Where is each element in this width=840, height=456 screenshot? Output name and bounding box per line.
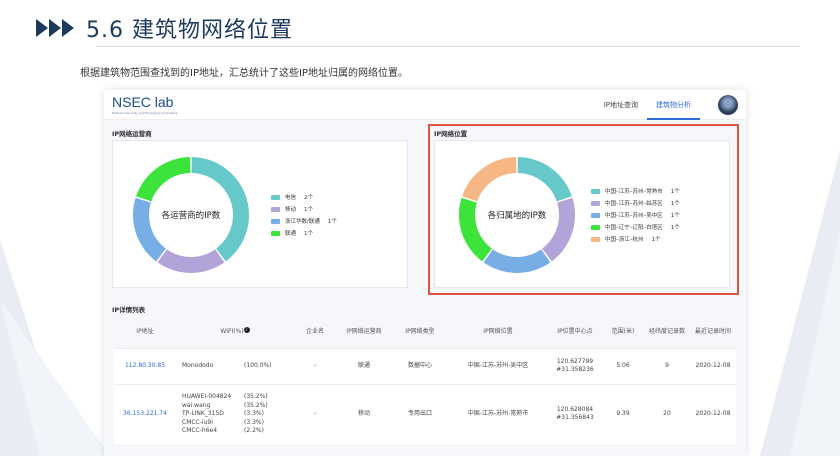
center-lng: 120.628084 xyxy=(556,405,594,413)
title-divider xyxy=(96,46,800,47)
wifi-cell: Monododo (100.0%) xyxy=(176,347,294,384)
records-cell: 20 xyxy=(644,383,690,444)
wifi-names: Monododo xyxy=(182,362,244,371)
header-date: 最近记录时间 xyxy=(690,316,736,348)
wifi-percentages: (35.2%) (35.2%) (3.3%) (3.3%) (2.2%) xyxy=(244,393,268,436)
highlight-box xyxy=(428,124,739,295)
header-wifi-label: WIFI(%) xyxy=(220,327,244,335)
legend-count: 1个 xyxy=(304,207,314,213)
isp-legend-item[interactable]: 浙江华数/联通 1个 xyxy=(271,215,337,227)
ip-link[interactable]: 112.80.30.85 xyxy=(114,347,176,384)
table-label: IP详情列表 xyxy=(112,306,146,314)
wifi-percentages: (100.0%) xyxy=(244,362,272,371)
header-company: 企业名 xyxy=(294,316,336,348)
isp-legend-item[interactable]: 电信 2个 xyxy=(271,191,337,203)
legend-label: 浙江华数/联通 xyxy=(285,219,320,225)
type-cell: 数据中心 xyxy=(392,347,448,384)
wifi-percent: (3.3%) xyxy=(244,410,264,417)
range-cell: 5.06 xyxy=(602,347,644,384)
wifi-name: TP-LINK_315D xyxy=(182,410,224,417)
legend-label: 电信 xyxy=(285,195,297,201)
isp-cell: 移动 xyxy=(336,383,392,444)
legend-swatch xyxy=(271,218,280,224)
range-cell: 9.39 xyxy=(602,383,644,444)
legend-label: 联通 xyxy=(285,231,297,237)
legend-count: 1个 xyxy=(327,219,337,225)
top-navbar: NSEC lab Network Security and Emerging C… xyxy=(104,90,746,120)
wifi-name: CMCC-h6e4 xyxy=(182,427,218,434)
legend-label: 移动 xyxy=(285,207,297,213)
slide-title: 5.6 建筑物网络位置 xyxy=(36,12,293,44)
header-isp: IP网络运营商 xyxy=(336,316,392,348)
wifi-cell: HUAWEI-004824 wai wang TP-LINK_315D CMCC-iu… xyxy=(176,383,294,444)
isp-slice-1[interactable] xyxy=(157,249,225,273)
header-ip: IP地址 xyxy=(114,316,176,348)
wifi-names: HUAWEI-004824 wai wang TP-LINK_315D CMCC-iu… xyxy=(182,393,244,436)
main-nav: IP地址查询 建筑物分析 xyxy=(595,90,700,120)
logo[interactable]: NSEC lab Network Security and Emerging C… xyxy=(112,94,177,115)
isp-center-text: 各运营商的IP数 xyxy=(162,210,221,221)
avatar[interactable] xyxy=(718,95,738,115)
legend-count: 2个 xyxy=(304,195,314,201)
wifi-name: HUAWEI-004824 xyxy=(182,393,232,400)
triple-chevron-icon xyxy=(36,19,74,37)
company-cell: - xyxy=(294,383,336,444)
date-cell: 2020-12-08 xyxy=(690,383,736,444)
wifi-name: CMCC-iu9i xyxy=(182,418,213,426)
wifi-percent: (35.2%) xyxy=(244,401,268,409)
nav-building-analysis[interactable]: 建筑物分析 xyxy=(647,90,700,120)
center-cell: 120.628084 #31.356843 xyxy=(548,383,602,444)
wifi-name: wai wang xyxy=(182,401,211,409)
table-row[interactable]: 112.80.30.85 Monododo (100.0%) - 联通 数据中心… xyxy=(114,347,736,384)
type-cell: 专用出口 xyxy=(392,383,448,444)
table-header-row: IP地址 WIFI(%) i 企业名 IP网络运营商 IP网络类型 IP网络位置 … xyxy=(114,316,736,348)
isp-panel-label: IP网络运营商 xyxy=(112,130,152,138)
isp-legend: 电信 2个 移动 1个 浙江华数/联通 1个 联通 1个 xyxy=(271,191,337,239)
isp-slice-0[interactable] xyxy=(191,157,249,262)
logo-subtitle: Network Security and Emerging Computing xyxy=(112,111,178,115)
table-row[interactable]: 36.153.221.74 HUAWEI-004824 wai wang TP-LI… xyxy=(114,383,736,444)
header-location: IP网络位置 xyxy=(448,316,548,348)
date-cell: 2020-12-08 xyxy=(690,347,736,384)
header-wifi: WIFI(%) i xyxy=(176,316,294,348)
isp-legend-item[interactable]: 联通 1个 xyxy=(271,227,337,239)
wifi-percent: (100.0%) xyxy=(244,361,272,369)
header-type: IP网络类型 xyxy=(392,316,448,348)
info-icon[interactable]: i xyxy=(243,326,250,333)
header-range: 范围(米) xyxy=(602,316,644,348)
wifi-percent: (35.2%) xyxy=(244,393,268,400)
location-cell: 中国-江苏-苏州-吴中区 xyxy=(448,347,548,384)
slide-description: 根据建筑物范围查找到的IP地址，汇总统计了这些IP地址归属的网络位置。 xyxy=(80,68,408,79)
isp-chart-card: 各运营商的IP数 电信 2个 移动 1个 浙江华数/联通 1个 联通 1个 xyxy=(112,140,408,288)
header-center: IP位置中心点 xyxy=(548,316,602,348)
logo-text: NSEC lab xyxy=(112,94,174,110)
wifi-percent: (2.2%) xyxy=(244,427,264,434)
slide-title-text: 5.6 建筑物网络位置 xyxy=(86,18,293,43)
ip-details-table: IP地址 WIFI(%) i 企业名 IP网络运营商 IP网络类型 IP网络位置 … xyxy=(114,316,736,444)
center-lat: #31.358236 xyxy=(556,366,594,373)
isp-donut-chart: 各运营商的IP数 xyxy=(133,157,249,273)
legend-swatch xyxy=(271,230,280,236)
isp-slice-3[interactable] xyxy=(136,157,191,202)
wifi-percent: (3.3%) xyxy=(244,418,264,426)
nav-ip-query[interactable]: IP地址查询 xyxy=(595,90,647,120)
isp-cell: 联通 xyxy=(336,347,392,384)
isp-legend-item[interactable]: 移动 1个 xyxy=(271,203,337,215)
location-cell: 中国-江苏-苏州-常熟市 xyxy=(448,383,548,444)
records-cell: 9 xyxy=(644,347,690,384)
legend-count: 1个 xyxy=(304,231,314,237)
legend-swatch xyxy=(271,206,280,212)
header-records: 经纬度记录数 xyxy=(644,316,690,348)
isp-slice-2[interactable] xyxy=(133,197,166,262)
center-lat: #31.356843 xyxy=(556,414,594,422)
wifi-name: Monododo xyxy=(182,361,214,369)
center-cell: 120.627799 #31.358236 xyxy=(548,347,602,384)
ip-link[interactable]: 36.153.221.74 xyxy=(114,383,176,444)
legend-swatch xyxy=(271,194,280,200)
company-cell: - xyxy=(294,347,336,384)
center-lng: 120.627799 xyxy=(556,357,594,365)
